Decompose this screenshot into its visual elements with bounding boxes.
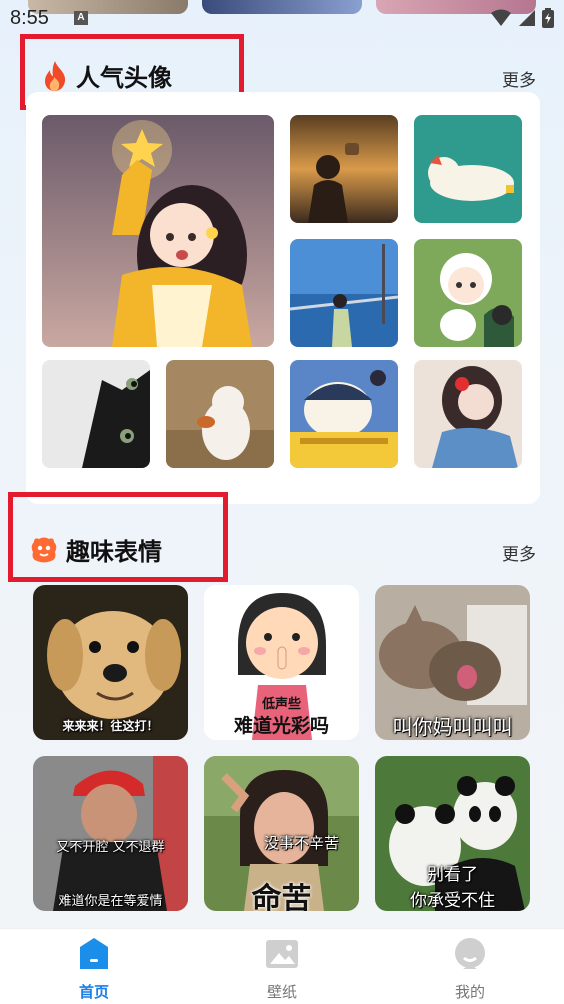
sticker-caption: 命苦 (251, 882, 312, 911)
status-time: 8:55 (10, 7, 49, 29)
section-header-fun-stickers: 趣味表情 (30, 532, 162, 567)
sticker-caption: 难道光彩吗 (233, 715, 329, 737)
avatar-thumbnail[interactable] (42, 360, 150, 468)
battery-icon (542, 8, 554, 28)
avatar-thumbnail[interactable] (290, 360, 398, 468)
avatar-thumbnail[interactable] (414, 115, 522, 223)
section-header-popular-avatars: 人气头像 (42, 58, 172, 93)
fire-icon (45, 60, 66, 91)
lying-cat-image (414, 115, 522, 223)
section-title: 人气头像 (76, 64, 172, 92)
status-bar: 8:55 A (0, 0, 564, 38)
seaside-girl-image (290, 239, 398, 347)
girl-with-star-image (42, 115, 274, 347)
bottom-navigation: 首页 壁纸 我的 (0, 928, 564, 1004)
fluffy-dog-image (166, 360, 274, 468)
home-icon (80, 938, 108, 969)
nav-label: 我的 (454, 983, 485, 1001)
nav-label: 首页 (78, 983, 109, 1001)
avatar-thumbnail[interactable] (166, 360, 274, 468)
boy-with-cat-image (414, 239, 522, 347)
sticker-puppy[interactable]: 来来来！往这打！ (33, 585, 188, 740)
nav-label: 壁纸 (266, 983, 297, 1001)
sticker-laughing-cats[interactable]: 叫你妈叫叫叫 (375, 585, 530, 740)
profile-icon (455, 938, 485, 969)
sticker-caption: 又不开腔 又不退群 (56, 840, 165, 855)
sticker-caption: 叫你妈叫叫叫 (392, 715, 513, 739)
sticker-face-icon (31, 537, 57, 562)
nav-item-wallpaper[interactable]: 壁纸 (242, 937, 322, 1002)
sticker-crying-woman[interactable]: 没事不辛苦 命苦 (204, 756, 359, 911)
wallpaper-icon (266, 940, 298, 968)
avatar-thumbnail[interactable] (414, 239, 522, 347)
signal-icon (519, 10, 535, 26)
sticker-caption: 没事不辛苦 (263, 834, 339, 852)
scrolled-image-peek (202, 0, 362, 14)
girl-with-flower-image (414, 360, 522, 468)
notification-a-icon: A (74, 11, 88, 25)
pompompurin-image (290, 360, 398, 468)
black-cat-image (42, 360, 150, 468)
nav-item-profile[interactable]: 我的 (430, 937, 510, 1002)
avatar-thumbnail[interactable] (290, 115, 398, 223)
wifi-icon (491, 9, 511, 26)
avatar-thumbnail[interactable] (290, 239, 398, 347)
nav-item-home[interactable]: 首页 (54, 937, 134, 1002)
sticker-caption: 别看了 (427, 865, 478, 885)
sticker-caption: 难道你是在等爱情 (58, 894, 163, 909)
sunset-silhouette-image (290, 115, 398, 223)
more-link-fun-stickers[interactable]: 更多 (502, 540, 536, 565)
sticker-caption: 你承受不住 (410, 891, 495, 911)
sticker-caption: 来来来！往这打！ (62, 719, 159, 733)
sticker-shush-girl[interactable]: 低声些 难道光彩吗 (204, 585, 359, 740)
avatar-thumbnail[interactable] (42, 115, 274, 347)
avatar-thumbnail[interactable] (414, 360, 522, 468)
section-title: 趣味表情 (66, 538, 162, 566)
sticker-pandas[interactable]: 别看了 你承受不住 (375, 756, 530, 911)
old-man-image (33, 756, 188, 911)
sticker-old-man[interactable]: 又不开腔 又不退群 难道你是在等爱情 (33, 756, 188, 911)
more-link-popular-avatars[interactable]: 更多 (502, 66, 536, 91)
sticker-caption: 低声些 (261, 697, 301, 712)
scrolled-image-peek (28, 0, 188, 14)
